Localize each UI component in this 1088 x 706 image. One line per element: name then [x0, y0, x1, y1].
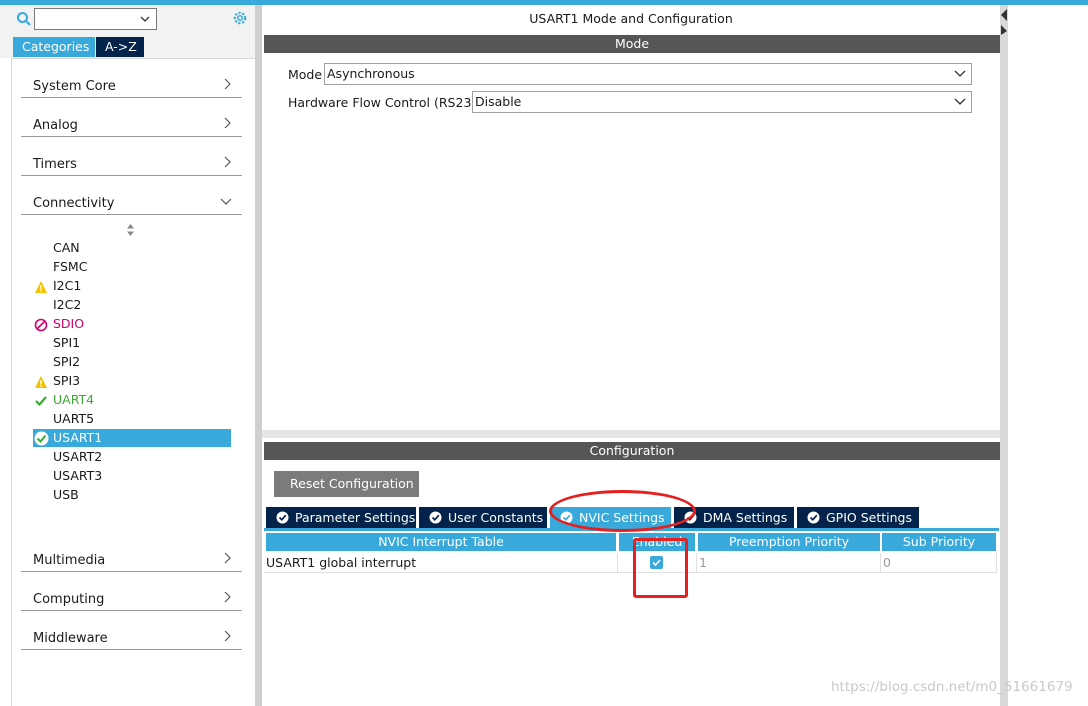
right-empty-area: [1008, 5, 1088, 706]
tab-label: Parameter Settings: [295, 510, 416, 525]
tab-label: DMA Settings: [703, 510, 788, 525]
page-title: USART1 Mode and Configuration: [529, 11, 733, 26]
tab-label: GPIO Settings: [826, 510, 912, 525]
search-select[interactable]: [34, 8, 157, 30]
check-circle-icon: [807, 511, 820, 524]
right-panel-splitter[interactable]: [1000, 5, 1008, 706]
column-divider: [617, 553, 618, 573]
chevron-down-icon: [220, 198, 232, 205]
chevron-right-icon: [224, 552, 231, 564]
chevron-down-icon: [140, 16, 150, 22]
category-label: Connectivity: [33, 196, 115, 211]
category-connectivity[interactable]: Connectivity: [21, 187, 242, 215]
list-item-usart1[interactable]: USART1: [33, 429, 231, 447]
column-header-nvic-table[interactable]: NVIC Interrupt Table: [266, 533, 616, 551]
tab-categories[interactable]: Categories: [13, 37, 95, 57]
checkmark-icon: [35, 396, 47, 407]
list-item-i2c2[interactable]: I2C2: [53, 296, 81, 314]
check-circle-icon: [276, 511, 289, 524]
mode-value: Asynchronous: [327, 66, 415, 81]
preemption-priority-value[interactable]: 1: [699, 555, 707, 570]
list-item-usart3[interactable]: USART3: [53, 467, 102, 485]
mode-header: Mode: [264, 35, 1000, 53]
category-label: Computing: [33, 592, 105, 607]
category-timers[interactable]: Timers: [21, 148, 242, 176]
list-item-usb[interactable]: USB: [53, 486, 79, 504]
category-label: Middleware: [33, 631, 108, 646]
annotation-rectangle: [633, 538, 688, 598]
configuration-header: Configuration: [264, 442, 1000, 460]
chevron-right-icon: [224, 591, 231, 603]
flow-control-value: Disable: [475, 94, 522, 109]
chevron-right-icon: [224, 78, 231, 90]
left-panel: Categories A->Z System Core Analog Timer…: [0, 5, 256, 706]
column-divider: [996, 553, 997, 573]
category-label: Analog: [33, 118, 78, 133]
chevron-down-icon: [954, 98, 966, 105]
gear-icon[interactable]: [231, 9, 249, 27]
flow-control-label: Hardware Flow Control (RS232): [288, 95, 485, 110]
list-item-fsmc[interactable]: FSMC: [53, 258, 87, 276]
column-header-preemption-priority[interactable]: Preemption Priority: [698, 533, 880, 551]
table-row-name: USART1 global interrupt: [266, 555, 417, 570]
warning-icon: [35, 376, 47, 388]
list-item-sdio[interactable]: SDIO: [53, 315, 84, 333]
chevron-right-icon: [224, 117, 231, 129]
list-item-spi3[interactable]: SPI3: [53, 372, 80, 390]
list-item-spi2[interactable]: SPI2: [53, 353, 80, 371]
check-circle-icon: [429, 511, 442, 524]
warning-icon: [35, 281, 47, 293]
list-item-usart2[interactable]: USART2: [53, 448, 102, 466]
mode-select[interactable]: Asynchronous: [324, 63, 972, 85]
search-icon[interactable]: [16, 11, 32, 27]
tab-label: User Constants: [448, 510, 544, 525]
category-system-core[interactable]: System Core: [21, 70, 242, 98]
category-middleware[interactable]: Middleware: [21, 622, 242, 650]
error-icon: [34, 318, 48, 332]
category-computing[interactable]: Computing: [21, 583, 242, 611]
tab-gpio-settings[interactable]: GPIO Settings: [797, 507, 919, 528]
sort-icon[interactable]: [126, 224, 135, 236]
annotation-ellipse: [549, 490, 696, 532]
tab-user-constants[interactable]: User Constants: [419, 507, 547, 528]
tab-a-z[interactable]: A->Z: [96, 37, 144, 57]
list-item-spi1[interactable]: SPI1: [53, 334, 80, 352]
column-divider: [880, 553, 881, 573]
chevron-down-icon: [954, 70, 966, 77]
category-multimedia[interactable]: Multimedia: [21, 544, 242, 572]
column-divider: [696, 553, 697, 573]
reset-configuration-button[interactable]: Reset Configuration: [274, 471, 419, 497]
collapse-arrows-icon[interactable]: [1000, 5, 1008, 35]
chevron-right-icon: [224, 156, 231, 168]
category-label: Multimedia: [33, 553, 106, 568]
table-row-divider: [264, 572, 996, 573]
left-panel-splitter[interactable]: [255, 5, 262, 706]
watermark-text: https://blog.csdn.net/m0_51661679: [831, 679, 1073, 695]
check-circle-icon: [34, 431, 49, 446]
tab-parameter-settings[interactable]: Parameter Settings: [266, 507, 416, 528]
category-analog[interactable]: Analog: [21, 109, 242, 137]
mode-label: Mode: [288, 67, 323, 82]
list-item-uart4[interactable]: UART4: [53, 391, 94, 409]
category-label: System Core: [33, 79, 116, 94]
list-item-uart5[interactable]: UART5: [53, 410, 94, 428]
sub-priority-value[interactable]: 0: [883, 555, 891, 570]
category-label: Timers: [33, 157, 77, 172]
column-header-sub-priority[interactable]: Sub Priority: [882, 533, 996, 551]
chevron-right-icon: [224, 630, 231, 642]
list-item-can[interactable]: CAN: [53, 239, 80, 257]
list-item-i2c1[interactable]: I2C1: [53, 277, 81, 295]
flow-control-select[interactable]: Disable: [472, 91, 972, 113]
panel-splitter[interactable]: [262, 430, 1000, 438]
